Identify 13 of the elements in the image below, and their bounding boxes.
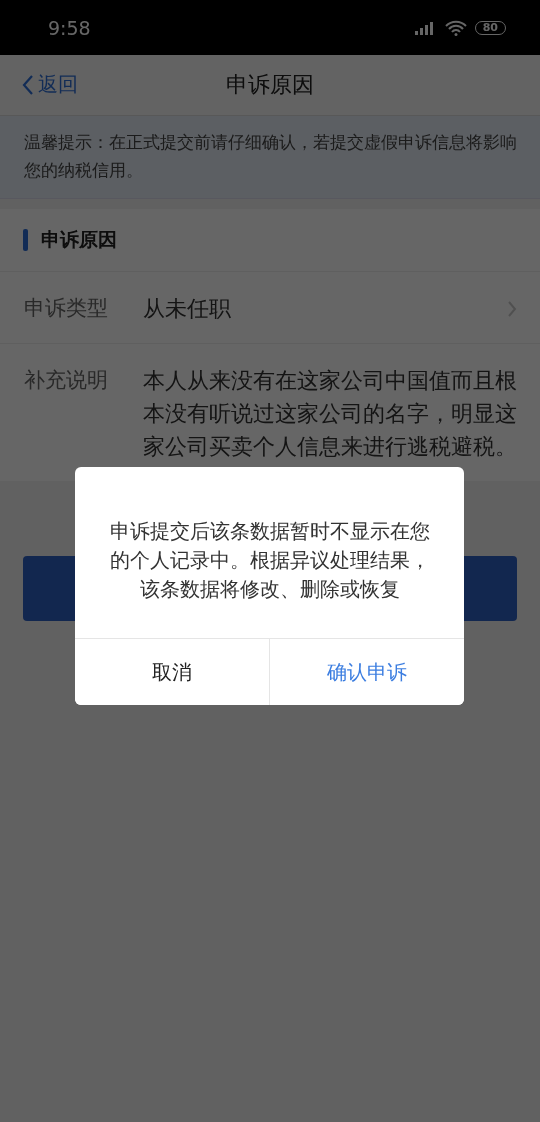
field-label: 申诉类型: [24, 295, 109, 322]
select-field[interactable]: 从未任职: [143, 292, 507, 325]
warning-notice: 温馨提示：在正式提交前请仔细确认，若提交虚假申诉信息将影响您的纳税信用。: [0, 116, 540, 199]
section-title: 申诉原因: [41, 227, 117, 252]
page-title: 申诉原因: [226, 71, 314, 99]
clock: 9:58: [48, 16, 91, 39]
section-marker: [23, 229, 28, 251]
description-text: 本人从来没有在这家公司中国值而且根本没有听说过这家公司的名字，明显这家公司买卖个人信息来进行逃税避税。: [143, 367, 517, 461]
field-label: 补充说明: [24, 367, 109, 394]
cancel-button[interactable]: 取消: [75, 639, 270, 705]
chevron-left-icon: [22, 73, 34, 96]
back-button[interactable]: 返回: [22, 71, 78, 98]
wifi-icon: [444, 19, 467, 36]
